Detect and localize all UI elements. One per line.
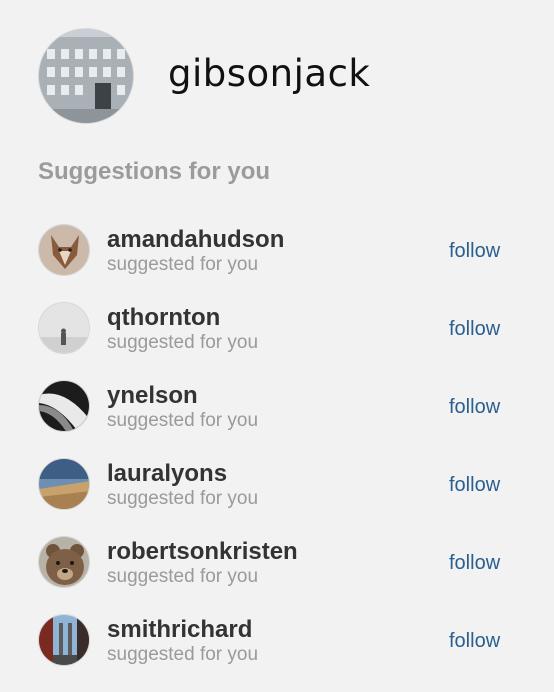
abstract-curve-photo-icon xyxy=(39,381,89,431)
suggested-user-avatar[interactable] xyxy=(38,614,90,666)
suggested-username[interactable]: smithrichard xyxy=(107,617,258,643)
follow-button[interactable]: follow xyxy=(449,396,500,419)
bear-photo-icon xyxy=(39,537,89,587)
follow-button[interactable]: follow xyxy=(449,552,500,575)
suggested-subtitle: suggested for you xyxy=(107,644,259,665)
suggestions-heading: Suggestions for you xyxy=(38,158,271,185)
suggested-user-text: amandahudson suggested for you xyxy=(107,227,284,276)
suggestions-panel: gibsonjack Suggestions for you amandahud… xyxy=(0,0,554,692)
suggested-user-avatar[interactable] xyxy=(38,458,90,510)
profile-avatar[interactable] xyxy=(38,28,134,124)
suggested-subtitle: suggested for you xyxy=(107,332,259,353)
suggested-subtitle: suggested for you xyxy=(107,488,259,509)
suggested-user-text: ynelson suggested for you xyxy=(107,383,258,432)
current-user-profile: gibsonjack xyxy=(38,28,370,124)
list-item: ynelson suggested for you follow xyxy=(38,380,518,458)
suggested-username[interactable]: ynelson xyxy=(107,383,258,409)
suggested-user-avatar[interactable] xyxy=(38,224,90,276)
list-item: amandahudson suggested for you follow xyxy=(38,224,518,302)
follow-button[interactable]: follow xyxy=(449,630,500,653)
suggested-username[interactable]: robertsonkristen xyxy=(107,539,298,565)
desert-landscape-photo-icon xyxy=(39,459,89,509)
suggested-user-avatar[interactable] xyxy=(38,380,90,432)
suggestions-list: amandahudson suggested for you follow qt… xyxy=(38,224,518,692)
suggested-user-text: qthornton suggested for you xyxy=(107,305,258,354)
follow-button[interactable]: follow xyxy=(449,474,500,497)
suggested-user-avatar[interactable] xyxy=(38,302,90,354)
suggested-username[interactable]: lauralyons xyxy=(107,461,258,487)
bridge-city-photo-icon xyxy=(39,615,89,665)
suggested-user-text: robertsonkristen suggested for you xyxy=(107,539,298,588)
suggested-username[interactable]: qthornton xyxy=(107,305,258,331)
fox-photo-icon xyxy=(39,225,89,275)
list-item: robertsonkristen suggested for you follo… xyxy=(38,536,518,614)
building-photo-icon xyxy=(39,29,133,123)
follow-button[interactable]: follow xyxy=(449,318,500,341)
suggested-user-text: lauralyons suggested for you xyxy=(107,461,258,510)
suggested-subtitle: suggested for you xyxy=(107,410,259,431)
misty-figure-photo-icon xyxy=(39,303,89,353)
list-item: smithrichard suggested for you follow xyxy=(38,614,518,692)
profile-username[interactable]: gibsonjack xyxy=(168,52,370,95)
list-item: lauralyons suggested for you follow xyxy=(38,458,518,536)
suggested-username[interactable]: amandahudson xyxy=(107,227,284,253)
list-item: qthornton suggested for you follow xyxy=(38,302,518,380)
suggested-subtitle: suggested for you xyxy=(107,254,259,275)
follow-button[interactable]: follow xyxy=(449,240,500,263)
suggested-subtitle: suggested for you xyxy=(107,566,259,587)
suggested-user-text: smithrichard suggested for you xyxy=(107,617,258,666)
suggested-user-avatar[interactable] xyxy=(38,536,90,588)
